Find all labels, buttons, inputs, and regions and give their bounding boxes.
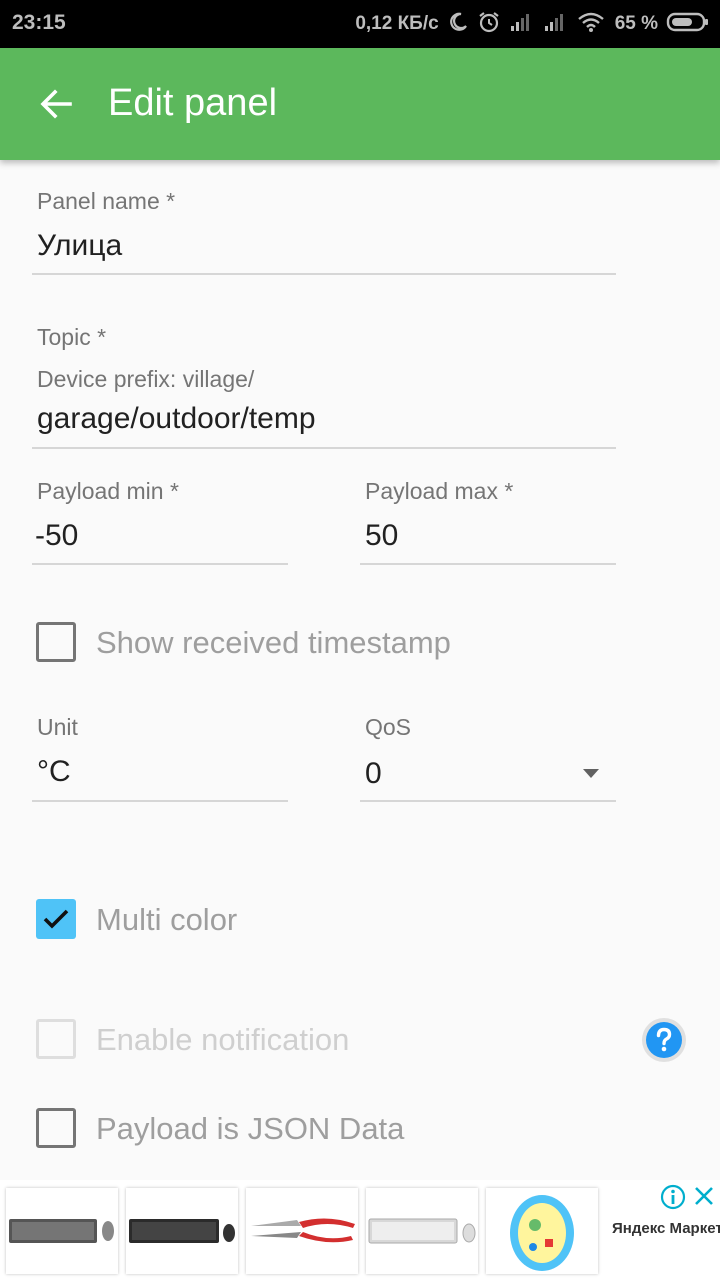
keyboard-mouse-icon [9,1219,114,1243]
payload-max-underline [360,563,616,565]
ad-product-shears[interactable] [246,1188,358,1274]
ad-close-button[interactable] [692,1184,716,1208]
panel-name-underline [32,273,616,275]
payload-min-input[interactable]: -50 [35,519,78,553]
qos-select[interactable]: 0 [365,757,382,791]
payload-max-label: Payload max * [365,478,514,504]
show-timestamp-label: Show received timestamp [96,625,451,660]
page-title: Edit panel [108,82,278,124]
status-time: 23:15 [12,11,66,34]
checkmark-icon [43,909,69,929]
topic-underline [32,447,616,449]
unit-label: Unit [37,714,78,740]
status-bar: 23:15 0,12 КБ/с 65 % [0,0,720,48]
ad-product-keyboard[interactable] [126,1188,238,1274]
device-prefix: Device prefix: village/ [37,366,255,392]
payload-json-label: Payload is JSON Data [96,1111,405,1146]
topic-label: Topic * [37,324,107,350]
close-icon [695,1187,713,1205]
payload-min-underline [32,563,288,565]
dropdown-arrow-icon[interactable] [583,769,599,778]
payload-json-checkbox[interactable] [36,1108,76,1148]
qos-label: QoS [365,714,412,740]
app-bar: Edit panel [0,48,720,160]
info-icon [660,1184,686,1210]
qos-underline [360,800,616,802]
show-timestamp-checkbox[interactable] [36,622,76,662]
topic-input[interactable]: garage/outdoor/temp [37,402,316,436]
ad-info-button[interactable] [660,1184,686,1210]
unit-input[interactable]: °C [37,755,71,789]
keyboard-mouse-icon [129,1219,235,1243]
network-speed: 0,12 КБ/с [355,13,439,34]
pruning-shears-icon [251,1218,355,1243]
signal-icon [509,11,535,38]
moon-icon [447,11,469,38]
ad-brand: Яндекс Маркет [612,1220,720,1237]
ad-product-keyboard[interactable] [6,1188,118,1274]
payload-min-label: Payload min * [37,478,179,504]
keyboard-mouse-icon [368,1218,476,1244]
alarm-icon [477,10,501,39]
payload-max-input[interactable]: 50 [365,519,398,553]
ad-product-toy[interactable] [486,1188,598,1274]
panel-name-input[interactable]: Улица [37,229,122,263]
unit-underline [32,800,288,802]
ad-product-keyboard[interactable] [366,1188,478,1274]
wifi-icon [577,11,605,38]
signal-icon [543,11,569,38]
back-button[interactable] [28,76,84,132]
ad-banner[interactable]: Яндекс Маркет [0,1180,720,1280]
enable-notification-checkbox[interactable] [36,1019,76,1059]
battery-percent: 65 % [614,13,658,34]
egg-toy-icon [510,1195,574,1271]
status-icons: 0,12 КБ/с 65 % [355,8,710,40]
help-button[interactable] [640,1016,688,1064]
panel-name-label: Panel name * [37,188,176,214]
arrow-back-icon [40,89,72,119]
battery-icon [666,11,710,38]
enable-notification-label: Enable notification [96,1022,350,1057]
multi-color-checkbox[interactable] [36,899,76,939]
multi-color-label: Multi color [96,902,238,937]
help-icon [642,1018,686,1062]
